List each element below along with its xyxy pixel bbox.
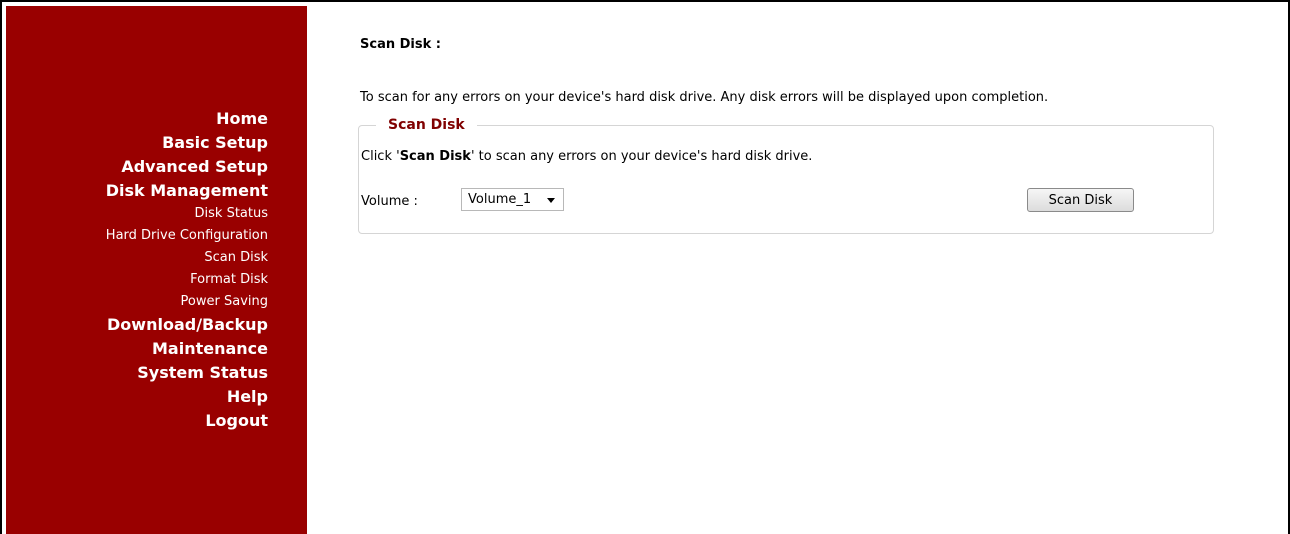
sidebar: Home Basic Setup Advanced Setup Disk Man…	[6, 6, 307, 534]
sidebar-nav: Home Basic Setup Advanced Setup Disk Man…	[106, 107, 268, 433]
scan-instruction: Click 'Scan Disk' to scan any errors on …	[361, 149, 812, 164]
sidebar-item-advanced-setup[interactable]: Advanced Setup	[106, 155, 268, 179]
sidebar-item-download-backup[interactable]: Download/Backup	[106, 313, 268, 337]
sidebar-item-maintenance[interactable]: Maintenance	[106, 337, 268, 361]
page-title: Scan Disk :	[360, 37, 441, 52]
instruction-prefix: Click '	[361, 149, 400, 164]
scan-disk-section: Scan Disk Click 'Scan Disk' to scan any …	[358, 117, 1214, 234]
sidebar-item-help[interactable]: Help	[106, 385, 268, 409]
main-content: Scan Disk : To scan for any errors on yo…	[358, 36, 1220, 234]
sidebar-subitem-hard-drive-configuration[interactable]: Hard Drive Configuration	[106, 225, 268, 247]
sidebar-subitem-disk-status[interactable]: Disk Status	[106, 203, 268, 225]
sidebar-item-disk-management[interactable]: Disk Management	[106, 179, 268, 203]
sidebar-item-logout[interactable]: Logout	[106, 409, 268, 433]
instruction-bold: Scan Disk	[399, 149, 471, 164]
sidebar-subitem-scan-disk[interactable]: Scan Disk	[106, 247, 268, 269]
scan-disk-button[interactable]: Scan Disk	[1027, 188, 1134, 212]
sidebar-subitem-power-saving[interactable]: Power Saving	[106, 291, 268, 313]
sidebar-subitem-format-disk[interactable]: Format Disk	[106, 269, 268, 291]
page-description: To scan for any errors on your device's …	[360, 90, 1049, 105]
sidebar-item-basic-setup[interactable]: Basic Setup	[106, 131, 268, 155]
sidebar-item-home[interactable]: Home	[106, 107, 268, 131]
volume-select[interactable]: Volume_1	[461, 188, 564, 211]
volume-label: Volume :	[361, 194, 418, 209]
chevron-down-icon	[547, 198, 555, 203]
sidebar-item-system-status[interactable]: System Status	[106, 361, 268, 385]
instruction-suffix: ' to scan any errors on your device's ha…	[470, 149, 813, 164]
section-legend: Scan Disk	[388, 117, 465, 133]
volume-selected-value: Volume_1	[468, 192, 532, 207]
